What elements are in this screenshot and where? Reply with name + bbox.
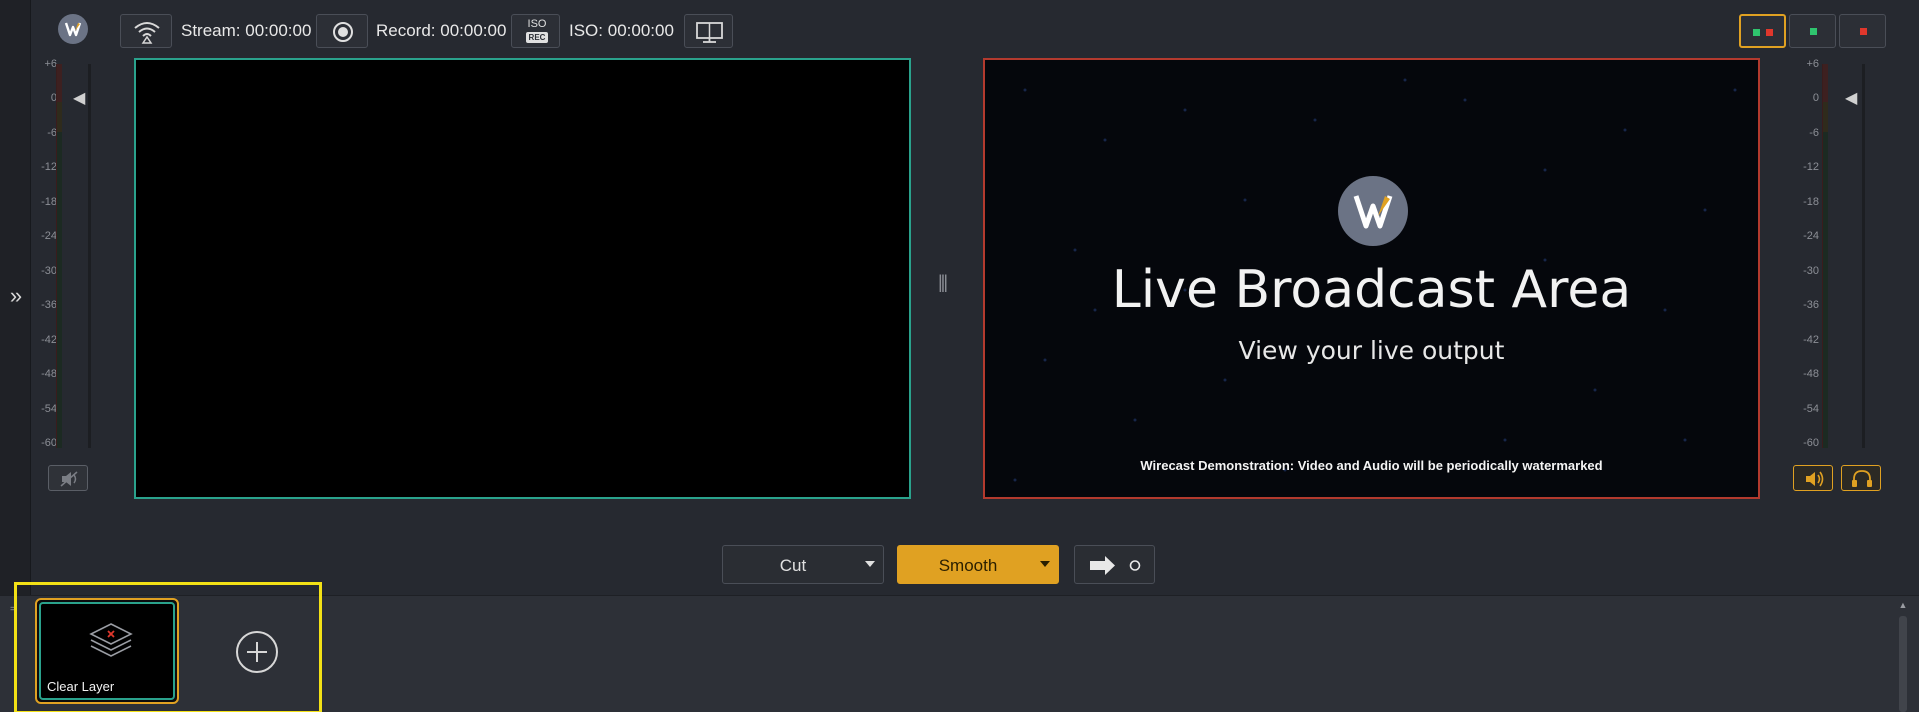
- preview-dot-icon: [1810, 28, 1817, 35]
- tick-label: -42: [41, 334, 57, 346]
- scroll-up-icon[interactable]: ▲: [1898, 600, 1908, 610]
- smooth-transition-dropdown[interactable]: Smooth: [897, 545, 1059, 584]
- stream-status: Stream: 00:00:00: [181, 21, 311, 41]
- preview-mute-button[interactable]: [48, 465, 88, 491]
- iso-badge-top: ISO: [527, 18, 547, 30]
- demo-watermark-text: Wirecast Demonstration: Video and Audio …: [1140, 458, 1603, 473]
- live-broadcast-area[interactable]: Live Broadcast Area View your live outpu…: [983, 58, 1760, 499]
- monitor-icon: [696, 22, 723, 43]
- iso-record-button[interactable]: ISO REC: [511, 14, 560, 48]
- arrow-right-icon: [1090, 556, 1141, 575]
- live-dot-icon: [1860, 28, 1867, 35]
- volume-slider-handle[interactable]: ◀: [73, 88, 85, 108]
- layers-icon: [89, 623, 133, 657]
- speaker-muted-icon: [60, 471, 78, 487]
- shot-panel-scrollbar[interactable]: [1899, 616, 1907, 712]
- meter-bar: [56, 64, 62, 448]
- preview-area[interactable]: [134, 58, 911, 499]
- iso-rec-icon: ISO REC: [526, 19, 548, 43]
- wirecast-window: » Stream: 00:00:00 Record: 00:00:00 ISO: [0, 0, 1919, 712]
- record-icon: [333, 22, 353, 42]
- headphones-button[interactable]: [1841, 465, 1881, 491]
- volume-slider-handle[interactable]: ◀: [1845, 88, 1857, 108]
- live-subtitle: View your live output: [1238, 336, 1505, 365]
- plus-icon: [247, 642, 267, 662]
- live-speaker-button[interactable]: [1793, 465, 1833, 491]
- tick-label: -30: [1803, 265, 1819, 277]
- shot-clear-layer[interactable]: Clear Layer: [35, 598, 179, 704]
- iso-badge-bottom: REC: [526, 32, 548, 43]
- expand-sidebar-icon[interactable]: »: [6, 284, 26, 308]
- stream-label: Stream:: [181, 21, 241, 40]
- record-button[interactable]: [316, 14, 368, 48]
- tick-label: -18: [1803, 196, 1819, 208]
- layout-preview-live-button[interactable]: [1739, 14, 1786, 48]
- preview-audio-meter: +6 0 -6 -12 -18 -24 -30 -36 -42 -48 -54 …: [31, 58, 111, 449]
- meter-bar: [1822, 64, 1828, 448]
- tick-label: +6: [1806, 58, 1819, 70]
- shot-thumbnail: Clear Layer: [39, 602, 175, 700]
- tick-label: -12: [41, 161, 57, 173]
- live-dot-icon: [1766, 29, 1773, 36]
- layout-preview-only-button[interactable]: [1789, 14, 1836, 48]
- live-audio-meter: +6 0 -6 -12 -18 -24 -30 -36 -42 -48 -54 …: [1795, 58, 1875, 449]
- tick-label: -24: [1803, 230, 1819, 242]
- tick-label: -48: [41, 368, 57, 380]
- tick-label: -6: [1809, 127, 1819, 139]
- speaker-icon: [1806, 471, 1824, 487]
- cut-transition-dropdown[interactable]: Cut: [722, 545, 884, 584]
- chevron-down-icon[interactable]: [1040, 561, 1050, 567]
- record-time: 00:00:00: [440, 21, 507, 40]
- stream-button[interactable]: [120, 14, 172, 48]
- wifi-icon: [134, 22, 160, 44]
- volume-slider-track[interactable]: [1862, 64, 1865, 448]
- tick-label: -54: [1803, 403, 1819, 415]
- tick-label: -36: [41, 299, 57, 311]
- wirecast-logo: [58, 14, 88, 44]
- tick-label: -24: [41, 230, 57, 242]
- record-label: Record:: [376, 21, 436, 40]
- tick-label: -54: [41, 403, 57, 415]
- tick-label: -60: [41, 437, 57, 449]
- smooth-label: Smooth: [938, 556, 998, 575]
- iso-status: ISO: 00:00:00: [569, 21, 674, 41]
- volume-slider-track[interactable]: [88, 64, 91, 448]
- wirecast-logo: [1338, 176, 1408, 246]
- preview-dot-icon: [1753, 29, 1760, 36]
- tick-label: -30: [41, 265, 57, 277]
- go-transition-button[interactable]: [1074, 545, 1155, 584]
- tick-label: -48: [1803, 368, 1819, 380]
- add-shot-button[interactable]: [236, 631, 278, 673]
- output-display-button[interactable]: [684, 14, 733, 48]
- iso-label: ISO:: [569, 21, 604, 40]
- cut-label: Cut: [779, 556, 807, 575]
- live-title: Live Broadcast Area: [1111, 260, 1632, 320]
- tick-label: -36: [1803, 299, 1819, 311]
- tick-label: -12: [1803, 161, 1819, 173]
- stream-time: 00:00:00: [245, 21, 312, 40]
- iso-time: 00:00:00: [607, 21, 674, 40]
- chevron-down-icon[interactable]: [865, 561, 875, 567]
- layout-mode-group: [1739, 14, 1889, 48]
- headphones-icon: [1852, 470, 1872, 487]
- tick-label: 0: [1812, 92, 1819, 104]
- tick-label: -42: [1803, 334, 1819, 346]
- layout-live-only-button[interactable]: [1839, 14, 1886, 48]
- tick-label: -60: [1803, 437, 1819, 449]
- panel-splitter-handle[interactable]: |||: [938, 272, 948, 293]
- shot-label: Clear Layer: [47, 679, 115, 694]
- record-status: Record: 00:00:00: [376, 21, 506, 41]
- tick-label: -18: [41, 196, 57, 208]
- top-toolbar: [31, 0, 1919, 58]
